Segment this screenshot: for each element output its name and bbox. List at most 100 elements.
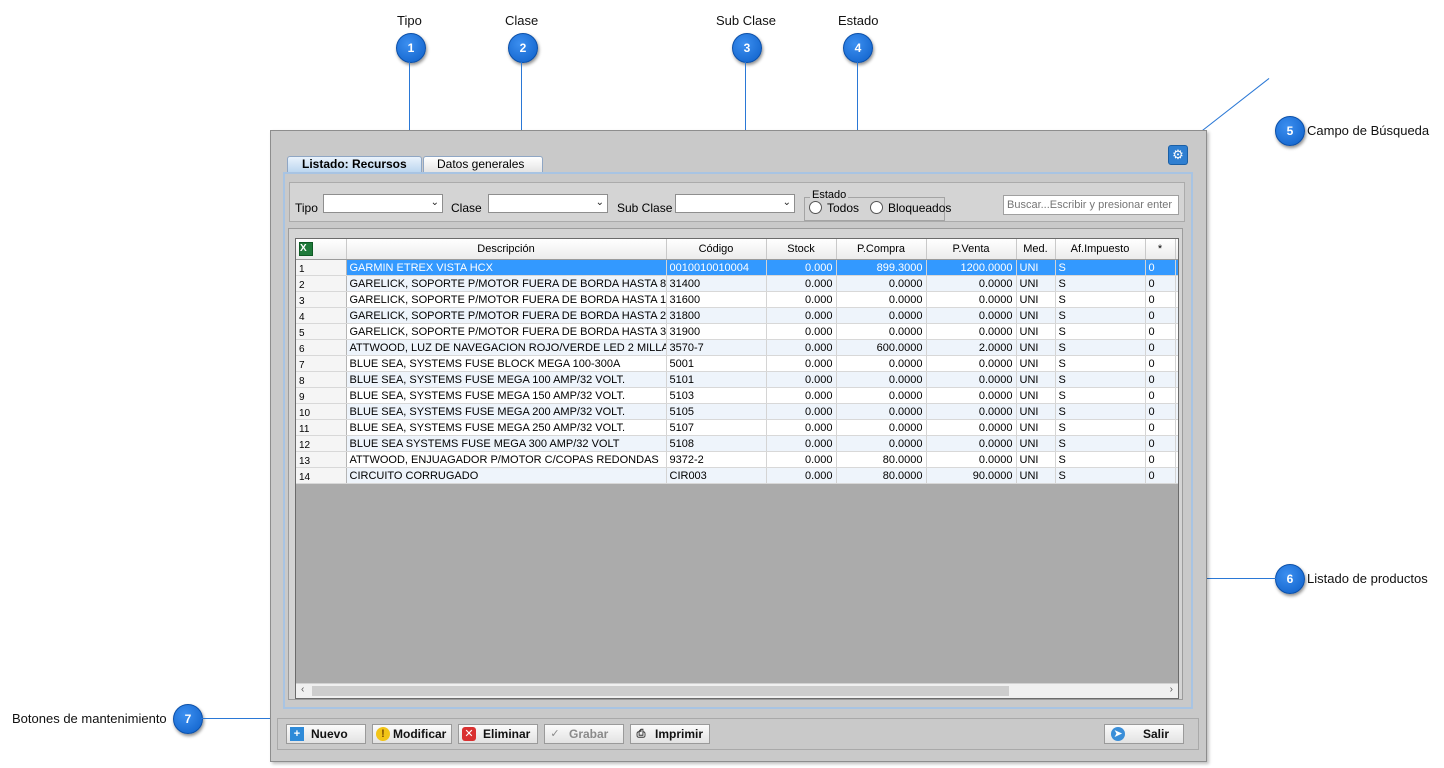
table-row[interactable]: 14 CIRCUITO CORRUGADO CIR003 0.000 80.0000 90… [296, 467, 1178, 484]
table-row[interactable]: 13 ATTWOOD, ENJUAGADOR P/MOTOR C/COPAS RE… [296, 451, 1178, 468]
cell-extra: 6 [1175, 291, 1178, 308]
cell-med: UNI [1016, 291, 1056, 308]
search-input[interactable] [1003, 195, 1179, 215]
table-row[interactable]: 11 BLUE SEA, SYSTEMS FUSE MEGA 250 AMP/32… [296, 419, 1178, 436]
cell-afimpuesto: S [1055, 355, 1146, 372]
modificar-button[interactable]: ! Modificar [372, 724, 452, 744]
cell-stock: 0.000 [766, 275, 837, 292]
eliminar-button[interactable]: ✕ Eliminar [458, 724, 538, 744]
cell-med: UNI [1016, 467, 1056, 484]
tipo-select[interactable]: ⌄ [323, 194, 443, 213]
cell-codigo: 31900 [666, 323, 767, 340]
cell-pcompra: 0.0000 [836, 371, 927, 388]
col-header-afimpuesto[interactable]: Af.Impuesto [1055, 239, 1146, 260]
nuevo-button[interactable]: + Nuevo [286, 724, 366, 744]
cell-extra: 6 [1175, 403, 1178, 420]
edit-warning-icon: ! [376, 727, 390, 741]
cell-stock: 0.000 [766, 435, 837, 452]
col-header-star[interactable]: * [1145, 239, 1176, 260]
bloqueados-radio-label[interactable]: Bloqueados [888, 201, 951, 215]
cell-afimpuesto: S [1055, 467, 1146, 484]
table-row[interactable]: 8 BLUE SEA, SYSTEMS FUSE MEGA 100 AMP/32 … [296, 371, 1178, 388]
table-row[interactable]: 12 BLUE SEA SYSTEMS FUSE MEGA 300 AMP/32 … [296, 435, 1178, 452]
cell-descripcion: CIRCUITO CORRUGADO [346, 467, 667, 484]
table-header-row: X Descripción Código Stock P.Compra P.Ve… [296, 239, 1178, 260]
cell-med: UNI [1016, 307, 1056, 324]
imprimir-label: Imprimir [655, 727, 704, 741]
cell-descripcion: BLUE SEA, SYSTEMS FUSE MEGA 100 AMP/32 V… [346, 371, 667, 388]
excel-icon[interactable]: X [299, 242, 313, 256]
col-header-med[interactable]: Med. [1016, 239, 1056, 260]
col-header-pventa[interactable]: P.Venta [926, 239, 1017, 260]
cell-star: 0 [1145, 323, 1176, 340]
callout-label-botones: Botones de mantenimiento [12, 711, 167, 726]
cell-codigo: 5105 [666, 403, 767, 420]
cell-descripcion: GARELICK, SOPORTE P/MOTOR FUERA DE BORDA… [346, 291, 667, 308]
callout-badge-7: 7 [173, 704, 203, 734]
salir-button[interactable]: ➤ Salir [1104, 724, 1184, 744]
table-row[interactable]: 7 BLUE SEA, SYSTEMS FUSE BLOCK MEGA 100-3… [296, 355, 1178, 372]
callout-label-tipo: Tipo [397, 13, 422, 28]
cell-extra: 6 [1175, 307, 1178, 324]
row-number: 2 [296, 275, 347, 292]
todos-radio-label[interactable]: Todos [827, 201, 859, 215]
cell-med: UNI [1016, 323, 1056, 340]
scroll-left-icon[interactable]: ‹ [301, 684, 304, 695]
gear-icon[interactable]: ⚙ [1168, 145, 1188, 165]
table-row[interactable]: 4 GARELICK, SOPORTE P/MOTOR FUERA DE BORD… [296, 307, 1178, 324]
clase-select[interactable]: ⌄ [488, 194, 608, 213]
scrollbar-thumb[interactable] [312, 686, 1009, 696]
cell-afimpuesto: S [1055, 339, 1146, 356]
cell-codigo: 31400 [666, 275, 767, 292]
tab-listado-recursos[interactable]: Listado: Recursos [287, 156, 422, 172]
cell-extra: 6 [1175, 339, 1178, 356]
subclase-select[interactable]: ⌄ [675, 194, 795, 213]
cell-stock: 0.000 [766, 291, 837, 308]
col-header-descripcion[interactable]: Descripción [346, 239, 667, 260]
callout-badge-6: 6 [1275, 564, 1305, 594]
cell-pventa: 0.0000 [926, 355, 1017, 372]
cell-afimpuesto: S [1055, 419, 1146, 436]
checkmark-icon: ✓ [550, 728, 560, 740]
cell-descripcion: BLUE SEA, SYSTEMS FUSE MEGA 250 AMP/32 V… [346, 419, 667, 436]
col-header-codigo[interactable]: Código [666, 239, 767, 260]
filter-bar: Tipo ⌄ Clase ⌄ Sub Clase ⌄ Estado Todos … [289, 182, 1185, 222]
cell-med: UNI [1016, 339, 1056, 356]
table-row[interactable]: 6 ATTWOOD, LUZ DE NAVEGACION ROJO/VERDE L… [296, 339, 1178, 356]
table-row[interactable]: 10 BLUE SEA, SYSTEMS FUSE MEGA 200 AMP/32… [296, 403, 1178, 420]
table-row[interactable]: 1 GARMIN ETREX VISTA HCX 0010010010004 0.00… [296, 259, 1178, 276]
table-row[interactable]: 3 GARELICK, SOPORTE P/MOTOR FUERA DE BORD… [296, 291, 1178, 308]
tab-datos-generales[interactable]: Datos generales [423, 156, 543, 172]
table-row[interactable]: 2 GARELICK, SOPORTE P/MOTOR FUERA DE BORD… [296, 275, 1178, 292]
cell-extra: 6 [1175, 467, 1178, 484]
col-header-stock[interactable]: Stock [766, 239, 837, 260]
cell-star: 0 [1145, 435, 1176, 452]
row-number: 11 [296, 419, 347, 436]
row-number: 13 [296, 451, 347, 468]
cell-star: 0 [1145, 355, 1176, 372]
table-row[interactable]: 9 BLUE SEA, SYSTEMS FUSE MEGA 150 AMP/32 … [296, 387, 1178, 404]
modificar-label: Modificar [393, 727, 447, 741]
cell-codigo: 3570-7 [666, 339, 767, 356]
todos-radio[interactable] [809, 201, 822, 214]
row-number: 5 [296, 323, 347, 340]
cell-pcompra: 0.0000 [836, 435, 927, 452]
grabar-button[interactable]: ✓ Grabar [544, 724, 624, 744]
export-excel-cell[interactable]: X [296, 239, 347, 260]
row-number: 1 [296, 259, 347, 276]
cell-pventa: 1200.0000 [926, 259, 1017, 276]
cell-star: 0 [1145, 467, 1176, 484]
cell-pventa: 0.0000 [926, 387, 1017, 404]
row-number: 9 [296, 387, 347, 404]
products-grid[interactable]: X Descripción Código Stock P.Compra P.Ve… [295, 238, 1179, 699]
cell-med: UNI [1016, 371, 1056, 388]
row-number: 10 [296, 403, 347, 420]
col-header-pcompra[interactable]: P.Compra [836, 239, 927, 260]
horizontal-scrollbar[interactable]: ‹ › [296, 683, 1178, 698]
imprimir-button[interactable]: ⎙ Imprimir [630, 724, 710, 744]
scroll-right-icon[interactable]: › [1170, 684, 1173, 695]
cell-extra: 6 [1175, 371, 1178, 388]
bloqueados-radio[interactable] [870, 201, 883, 214]
cell-descripcion: GARMIN ETREX VISTA HCX [346, 259, 667, 276]
table-row[interactable]: 5 GARELICK, SOPORTE P/MOTOR FUERA DE BORD… [296, 323, 1178, 340]
